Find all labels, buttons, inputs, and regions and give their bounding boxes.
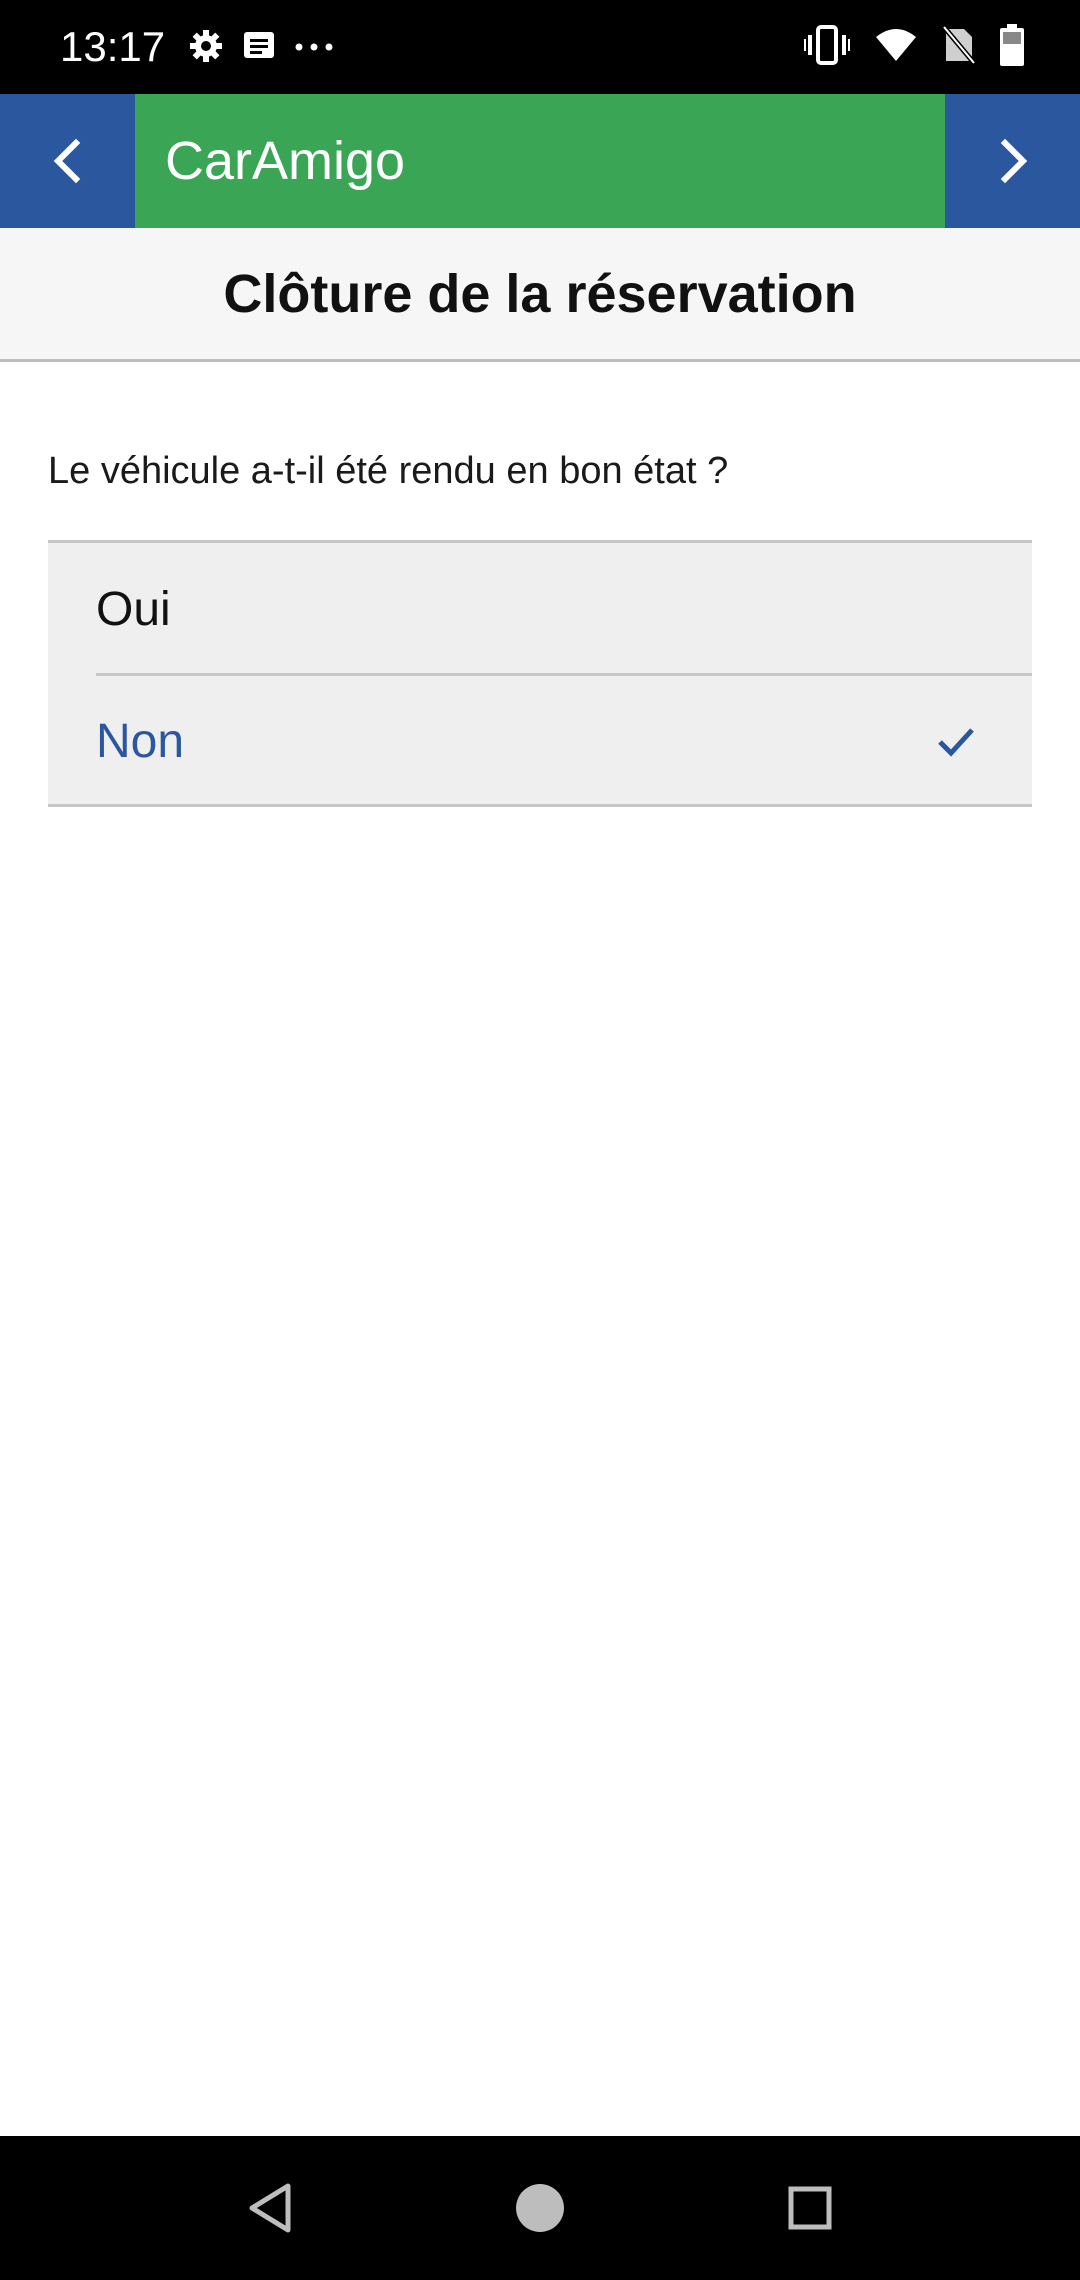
status-bar: 13:17 bbox=[0, 0, 1080, 94]
status-right-icons bbox=[780, 22, 1024, 72]
system-nav-bar bbox=[0, 2136, 1080, 2280]
checkmark-icon bbox=[938, 728, 974, 757]
message-icon bbox=[242, 30, 276, 67]
option-label: Non bbox=[96, 714, 185, 768]
question-label: Le véhicule a-t-il été rendu en bon état… bbox=[48, 450, 729, 492]
page-header: Clôture de la réservation bbox=[0, 228, 1080, 362]
chevron-left-icon bbox=[53, 138, 80, 184]
page-title: Clôture de la réservation bbox=[223, 263, 857, 324]
battery-icon bbox=[1000, 23, 1024, 71]
status-left-icons bbox=[188, 26, 352, 70]
option-label: Oui bbox=[96, 582, 171, 636]
settings-gear-icon bbox=[188, 28, 224, 69]
system-recents-button[interactable] bbox=[778, 2176, 842, 2240]
circle-home-icon bbox=[516, 2184, 564, 2232]
chevron-right-icon bbox=[1000, 138, 1027, 184]
back-button[interactable] bbox=[0, 94, 135, 228]
more-dots-icon bbox=[294, 39, 334, 57]
vibrate-icon bbox=[804, 24, 850, 70]
answer-options-list: Oui Non bbox=[48, 540, 1032, 807]
forward-button[interactable] bbox=[945, 94, 1080, 228]
no-sim-icon bbox=[942, 24, 976, 70]
wifi-icon bbox=[874, 27, 918, 68]
option-oui[interactable]: Oui bbox=[48, 543, 1032, 675]
app-bar: CarAmigo bbox=[0, 94, 1080, 228]
system-home-button[interactable] bbox=[508, 2176, 572, 2240]
square-recents-icon bbox=[788, 2186, 832, 2230]
system-back-button[interactable] bbox=[238, 2176, 302, 2240]
app-title: CarAmigo bbox=[165, 131, 406, 191]
triangle-back-icon bbox=[249, 2183, 291, 2233]
option-non[interactable]: Non bbox=[48, 675, 1032, 807]
status-time: 13:17 bbox=[60, 23, 166, 70]
